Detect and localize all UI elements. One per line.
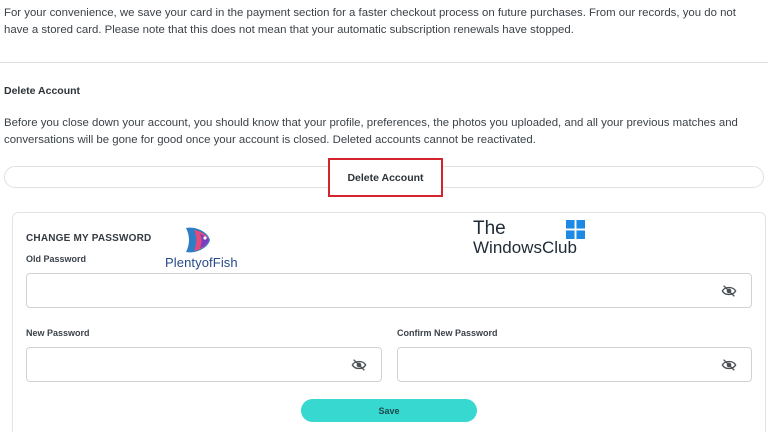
change-password-title: CHANGE MY PASSWORD (26, 233, 152, 244)
old-password-field[interactable] (26, 273, 752, 308)
confirm-password-label: Confirm New Password (397, 328, 498, 338)
new-password-field[interactable] (26, 347, 382, 382)
confirm-password-field[interactable] (397, 347, 752, 382)
delete-account-warning: Before you close down your account, you … (4, 117, 738, 146)
payment-notice: For your convenience, we save your card … (4, 7, 736, 36)
twc-wordmark-line2: WindowsClub (473, 238, 577, 257)
section-divider (0, 62, 768, 63)
windows-logo-icon (566, 220, 585, 239)
twc-wordmark-line1: The (473, 218, 506, 239)
save-button[interactable]: Save (301, 399, 477, 422)
delete-account-button-label: Delete Account (347, 171, 424, 184)
eye-off-icon[interactable] (721, 358, 737, 372)
new-password-label: New Password (26, 328, 90, 338)
delete-account-title: Delete Account (4, 85, 81, 97)
eye-off-icon[interactable] (351, 358, 367, 372)
delete-account-button[interactable]: Delete Account (328, 158, 443, 197)
plentyoffish-wordmark: PlentyofFish (165, 255, 238, 270)
old-password-label: Old Password (26, 254, 87, 264)
eye-off-icon[interactable] (721, 284, 737, 298)
